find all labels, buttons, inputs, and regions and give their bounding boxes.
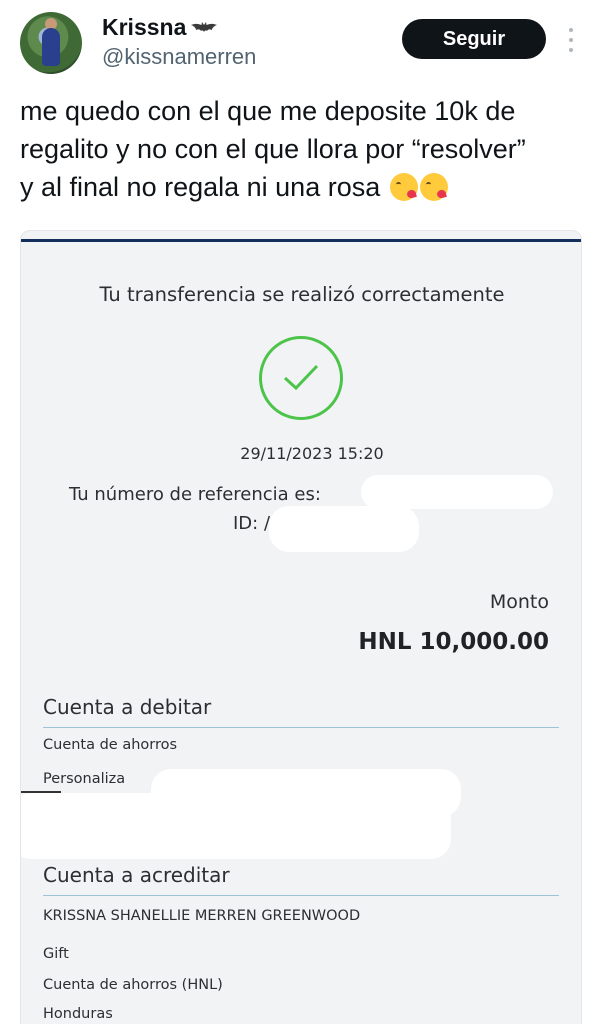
credit-section-title: Cuenta a acreditar: [43, 863, 230, 887]
receipt-image[interactable]: Tu transferencia se realizó correctament…: [20, 230, 582, 1024]
kissing-face-icon: [419, 173, 448, 201]
kissing-face-icon: [389, 173, 418, 201]
debit-section-title: Cuenta a debitar: [43, 695, 212, 719]
amount-label: Monto: [489, 591, 549, 613]
user-handle[interactable]: @kissnamerren: [102, 44, 256, 70]
more-options-icon[interactable]: [561, 26, 581, 54]
tweet-text-line: regalito y no con el que llora por “reso…: [20, 134, 526, 164]
display-name[interactable]: Krissna: [102, 14, 218, 41]
tweet-text: me quedo con el que me deposite 10k de r…: [20, 92, 590, 206]
reference-id: ID: /: [233, 513, 271, 534]
divider: [43, 727, 559, 728]
tweet-header: Krissna @kissnamerren Seguir: [0, 0, 602, 90]
success-title: Tu transferencia se realizó correctament…: [99, 283, 505, 306]
receipt-header-bar: [21, 239, 581, 242]
tweet-text-line-with-emojis: y al final no regala ni una rosa: [20, 168, 590, 206]
credit-account-holder: KRISSNA SHANELLIE MERREN GREENWOOD: [43, 908, 361, 924]
transfer-datetime: 29/11/2023 15:20: [240, 444, 384, 463]
display-name-text[interactable]: Krissna: [102, 14, 186, 41]
divider: [43, 895, 559, 896]
amount-value: HNL 10,000.00: [358, 629, 549, 655]
follow-button[interactable]: Seguir: [402, 19, 546, 59]
redaction-mark: [269, 506, 419, 552]
credit-account-alias: Gift: [43, 946, 69, 962]
credit-account-country: Honduras: [43, 1006, 113, 1022]
credit-account-type: Cuenta de ahorros (HNL): [43, 977, 223, 993]
redaction-mark: [361, 475, 553, 509]
reference-label: Tu número de referencia es:: [69, 484, 321, 505]
redaction-mark: [21, 793, 451, 859]
tweet-text-line: me quedo con el que me deposite 10k de: [20, 96, 516, 126]
tweet-text-line: y al final no regala ni una rosa: [20, 172, 381, 202]
bat-icon: [191, 21, 218, 32]
success-check-icon: [259, 336, 343, 420]
avatar[interactable]: [20, 12, 82, 74]
debit-custom-label: Personaliza: [43, 771, 126, 787]
debit-account-type: Cuenta de ahorros: [43, 737, 178, 753]
